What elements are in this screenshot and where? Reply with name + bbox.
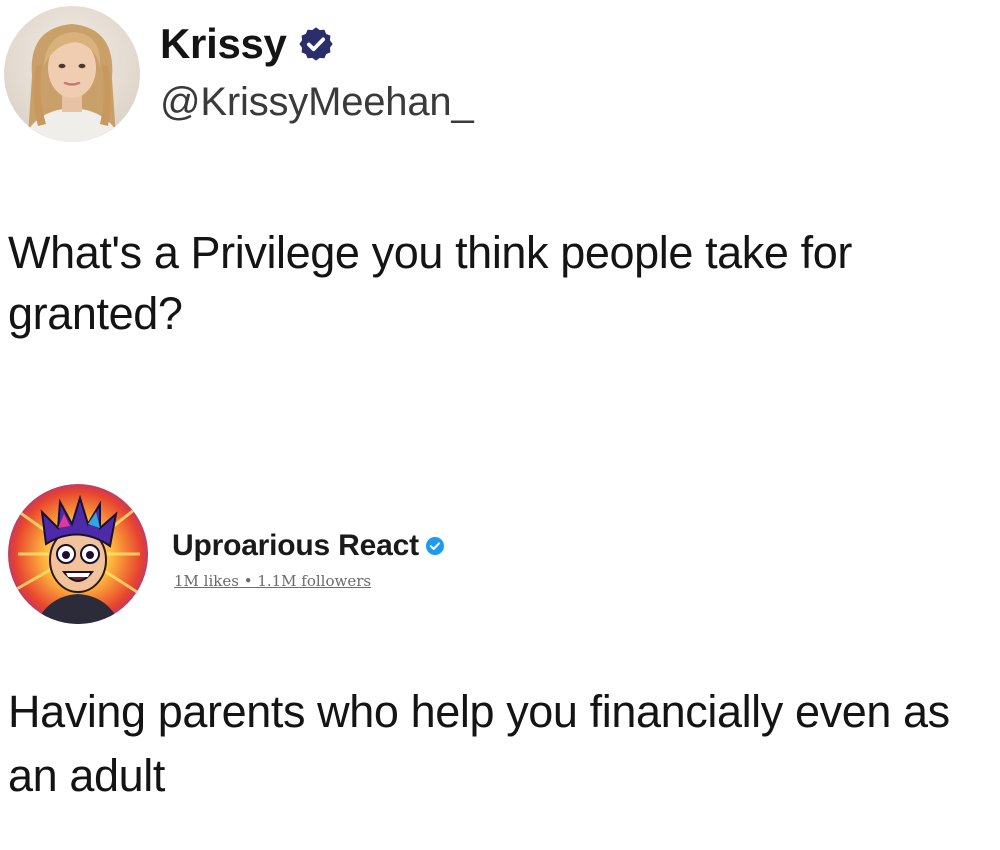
reply-text: Having parents who help you financially … [8,686,950,801]
tweet-text: What's a Privilege you think people take… [8,227,852,339]
page-stats[interactable]: 1M likes • 1.1M followers [174,572,371,590]
author-avatar[interactable] [4,6,140,142]
author-handle[interactable]: @KrissyMeehan_ [160,80,474,125]
reply-header: Uproarious React 1M likes • 1.1M followe… [0,480,1000,630]
verified-badge-icon [297,25,335,63]
author-name[interactable]: Krissy [160,20,287,68]
page-avatar[interactable] [8,484,148,624]
tweet-header: Krissy @KrissyMeehan_ [0,0,1000,150]
page-name[interactable]: Uproarious React [172,529,419,563]
page-name-row: Uproarious React [172,526,445,566]
author-name-row: Krissy [160,18,335,70]
verified-badge-icon [425,536,445,556]
